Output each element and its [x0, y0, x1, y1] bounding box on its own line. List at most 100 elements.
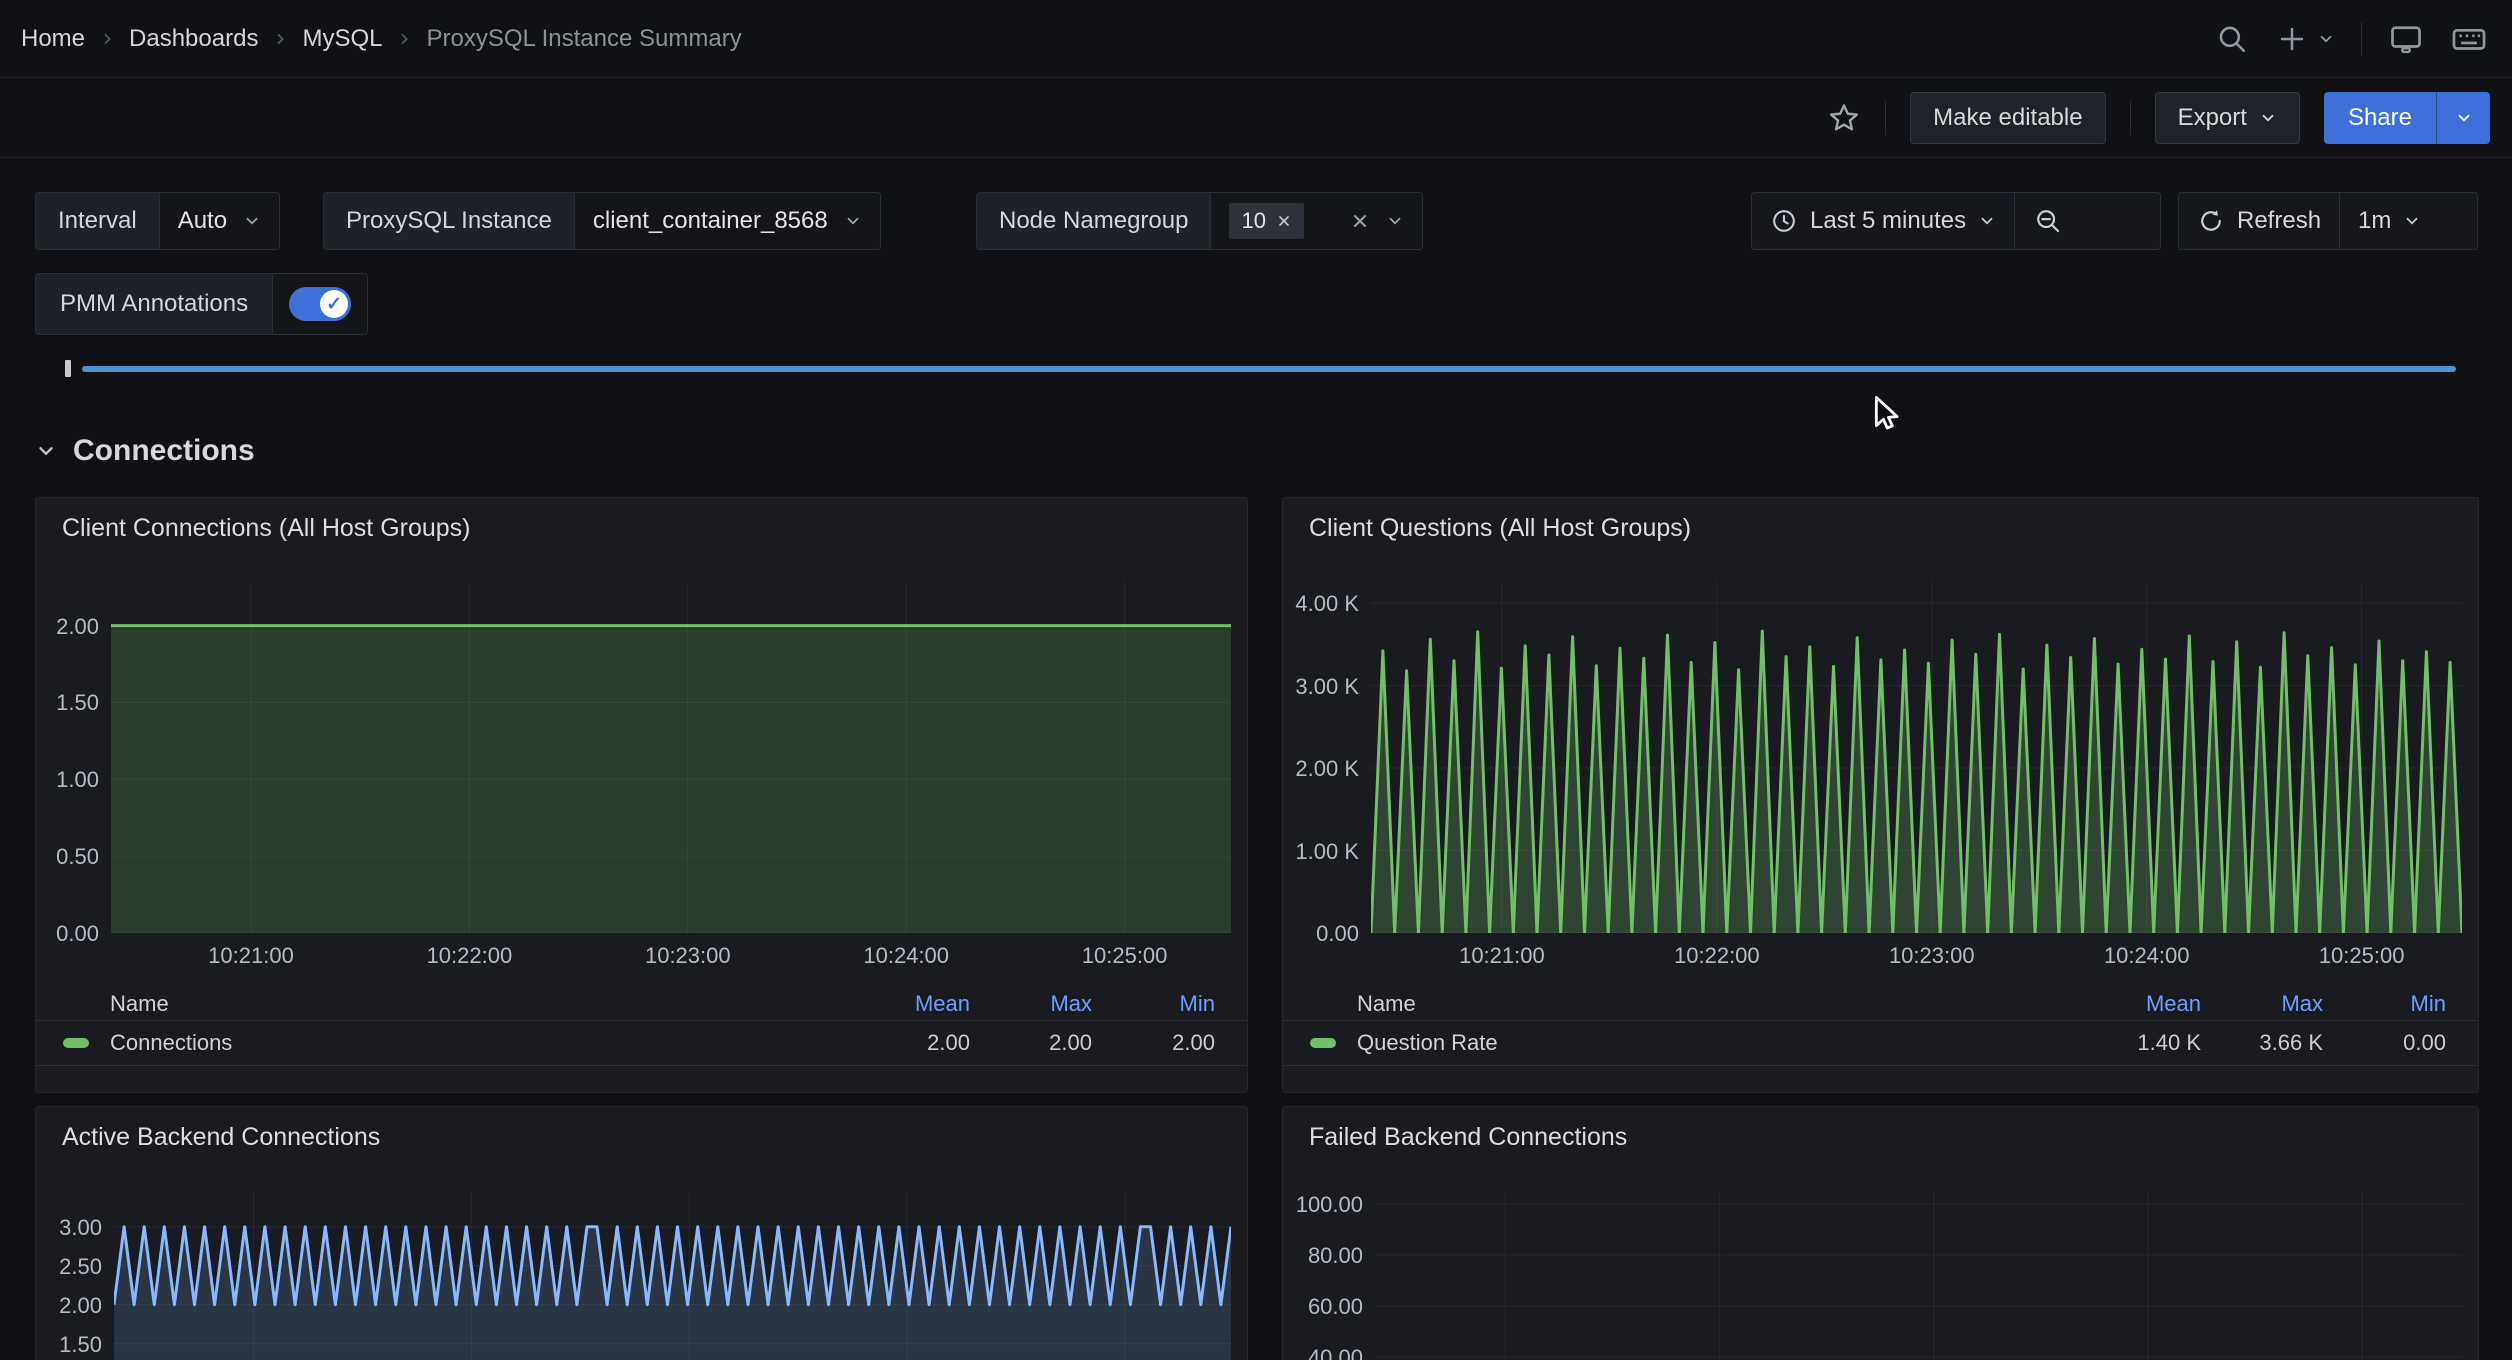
interval-filter-label: Interval [36, 193, 160, 249]
chart-plot-area[interactable] [1375, 1190, 2462, 1360]
node-namegroup-filter-select[interactable]: 10 [1211, 193, 1421, 249]
interval-filter: Interval Auto [35, 192, 280, 250]
series-name[interactable]: Question Rate [1336, 1030, 2071, 1056]
time-range-picker[interactable]: Last 5 minutes [1752, 193, 2014, 249]
pmm-annotations-control: PMM Annotations ✓ [35, 273, 368, 335]
favorite-star-icon[interactable] [1827, 101, 1861, 135]
legend-column-name[interactable]: Name [89, 991, 840, 1017]
chart-canvas[interactable] [1375, 1190, 2462, 1360]
chevron-down-icon [1978, 212, 1996, 230]
breadcrumb-separator-icon [396, 31, 412, 47]
share-button[interactable]: Share [2324, 92, 2436, 144]
chart-plot-area[interactable] [1371, 581, 2462, 933]
annotation-range-line[interactable] [82, 366, 2456, 372]
add-button[interactable] [2275, 22, 2335, 56]
panel-client-questions: Client Questions (All Host Groups) NameM… [1282, 497, 2479, 1093]
annotation-range-handle[interactable] [65, 360, 71, 377]
panel-legend: NameMeanMaxMinConnections2.002.002.00 [36, 988, 1247, 1066]
proxysql-instance-filter-value: client_container_8568 [593, 207, 828, 235]
legend-header: NameMeanMaxMin [36, 988, 1247, 1020]
monitor-icon[interactable] [2388, 21, 2424, 57]
y-axis-tick-label: 100.00 [1283, 1192, 1363, 1218]
proxysql-instance-filter-select[interactable]: client_container_8568 [575, 193, 880, 249]
legend-column-name[interactable]: Name [1336, 991, 2071, 1017]
chart-canvas[interactable] [111, 581, 1231, 933]
x-axis-tick-label: 10:25:00 [2292, 943, 2432, 969]
chevron-down-icon [2259, 109, 2277, 127]
y-axis-tick-label: 3.00 K [1283, 674, 1359, 700]
selected-value-chip: 10 [1229, 203, 1303, 239]
breadcrumb-home[interactable]: Home [21, 25, 85, 53]
chevron-down-icon [2317, 30, 2335, 48]
breadcrumb-separator-icon [99, 31, 115, 47]
zoom-out-time-button[interactable] [2015, 193, 2081, 249]
clock-icon [1770, 207, 1798, 235]
close-icon[interactable] [1276, 213, 1292, 229]
y-axis-tick-label: 2.00 K [1283, 756, 1359, 782]
chevron-down-icon[interactable] [1386, 212, 1404, 230]
export-button[interactable]: Export [2155, 92, 2300, 144]
interval-filter-select[interactable]: Auto [160, 193, 279, 249]
clear-selection-icon[interactable] [1350, 211, 1370, 231]
panel-title[interactable]: Active Backend Connections [62, 1123, 380, 1152]
share-split-button: Share [2324, 92, 2490, 144]
x-axis-tick-label: 10:23:00 [1862, 943, 2002, 969]
y-axis-tick-label: 0.00 [1283, 921, 1359, 947]
series-stat-value: 0.00 [2323, 1030, 2446, 1056]
series-swatch[interactable] [63, 1038, 89, 1048]
pmm-annotations-label: PMM Annotations [36, 274, 273, 334]
plus-icon [2275, 22, 2309, 56]
series-stat-value: 3.66 K [2201, 1030, 2323, 1056]
panel-active-backend-connections: Active Backend Connections 3.002.502.001… [35, 1106, 1248, 1360]
node-namegroup-filter-label: Node Namegroup [977, 193, 1211, 249]
legend-column-mean[interactable]: Mean [2071, 991, 2201, 1017]
legend-column-min[interactable]: Min [2323, 991, 2446, 1017]
keyboard-icon[interactable] [2450, 20, 2488, 58]
node-namegroup-filter: Node Namegroup 10 [976, 192, 1423, 250]
chart-canvas[interactable] [114, 1190, 1231, 1360]
search-icon[interactable] [2215, 22, 2249, 56]
make-editable-button[interactable]: Make editable [1910, 92, 2105, 144]
panel-title[interactable]: Client Connections (All Host Groups) [62, 514, 471, 543]
legend-column-mean[interactable]: Mean [840, 991, 970, 1017]
x-axis-tick-label: 10:23:00 [618, 943, 758, 969]
chevron-down-icon [2455, 109, 2473, 127]
series-line [1371, 631, 2462, 933]
series-swatch[interactable] [1310, 1038, 1336, 1048]
pmm-annotations-toggle[interactable]: ✓ [273, 274, 367, 334]
chart-plot-area[interactable] [114, 1190, 1231, 1360]
section-row-connections[interactable]: Connections [35, 434, 255, 468]
refresh-icon [2197, 207, 2225, 235]
chevron-down-icon [243, 212, 261, 230]
y-axis-tick-label: 2.00 [36, 614, 99, 640]
series-stat-value: 2.00 [970, 1030, 1092, 1056]
chart-plot-area[interactable] [111, 581, 1231, 933]
mouse-cursor [1872, 396, 1906, 434]
y-axis-tick-label: 2.00 [36, 1293, 102, 1319]
refresh-interval-select[interactable]: 1m [2340, 193, 2439, 249]
legend-column-max[interactable]: Max [2201, 991, 2323, 1017]
legend-row: Connections2.002.002.00 [36, 1020, 1247, 1066]
breadcrumb-mysql[interactable]: MySQL [302, 25, 382, 53]
panel-legend: NameMeanMaxMinQuestion Rate1.40 K3.66 K0… [1283, 988, 2478, 1066]
y-axis-tick-label: 1.50 [36, 1332, 102, 1358]
y-axis-tick-label: 0.50 [36, 844, 99, 870]
y-axis-tick-label: 60.00 [1283, 1294, 1363, 1320]
legend-header: NameMeanMaxMin [1283, 988, 2478, 1020]
refresh-interval-value: 1m [2358, 207, 2391, 235]
series-name[interactable]: Connections [89, 1030, 840, 1056]
interval-filter-value: Auto [178, 207, 227, 235]
share-menu-button[interactable] [2436, 92, 2490, 144]
y-axis-tick-label: 0.00 [36, 921, 99, 947]
chart-canvas[interactable] [1371, 581, 2462, 933]
breadcrumb-dashboards[interactable]: Dashboards [129, 25, 258, 53]
series-stat-value: 2.00 [1092, 1030, 1215, 1056]
toolbar-divider [2130, 101, 2131, 135]
panel-title[interactable]: Client Questions (All Host Groups) [1309, 514, 1691, 543]
legend-column-max[interactable]: Max [970, 991, 1092, 1017]
time-range-label: Last 5 minutes [1810, 207, 1966, 235]
toolbar-divider [1885, 101, 1886, 135]
refresh-button[interactable]: Refresh [2179, 193, 2339, 249]
panel-title[interactable]: Failed Backend Connections [1309, 1123, 1627, 1152]
legend-column-min[interactable]: Min [1092, 991, 1215, 1017]
